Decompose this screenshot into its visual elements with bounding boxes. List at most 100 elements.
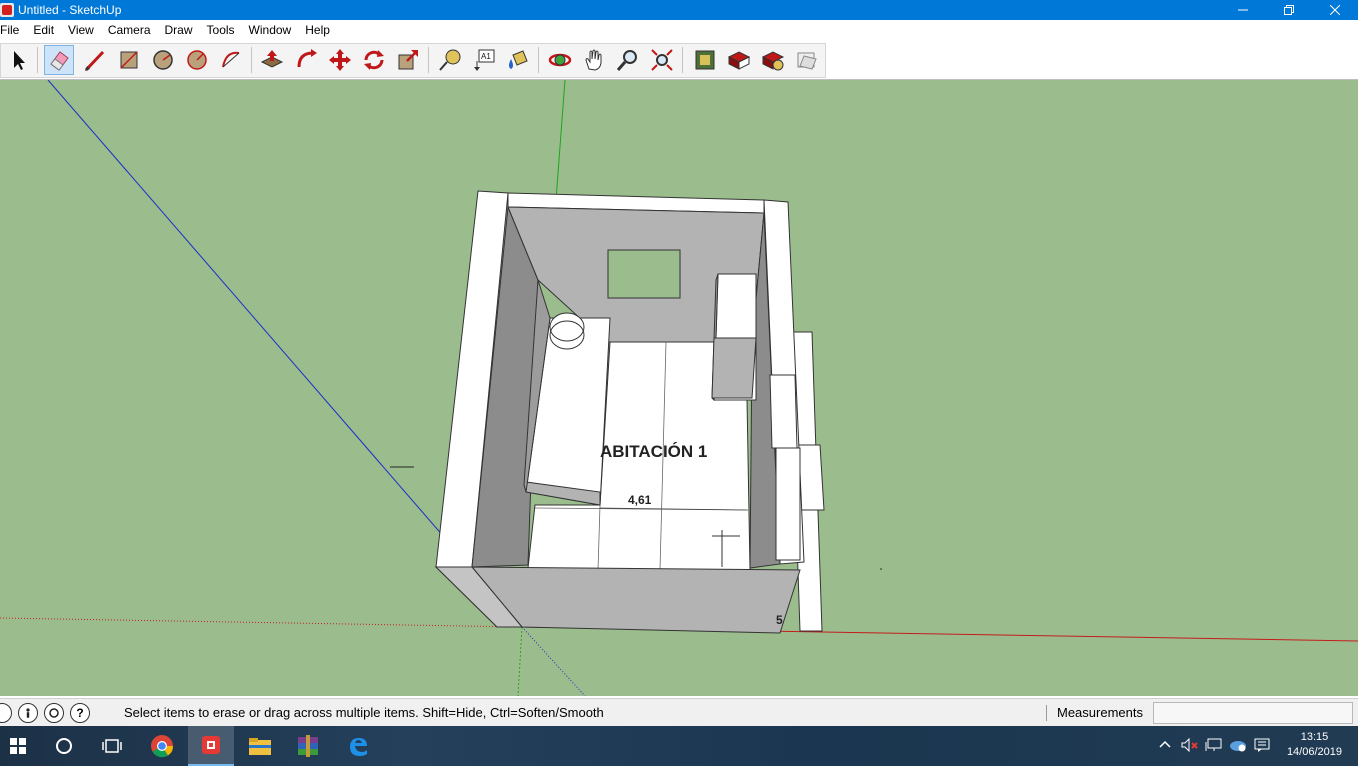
cortana-button[interactable] [41,726,87,766]
rectangle-tool-button[interactable] [114,45,144,75]
speaker-muted-icon [1181,737,1198,753]
edge-taskbar-button[interactable] [335,726,381,766]
credits-icon[interactable] [18,702,38,723]
green-axis [555,80,566,201]
push-pull-tool-button[interactable] [257,45,287,75]
volume-muted-icon[interactable] [1181,737,1199,755]
windows-taskbar: 13:15 14/06/2019 [0,726,1358,766]
warehouse-icon [695,50,715,70]
rotate-tool-button[interactable] [359,45,389,75]
dimension-label: 4,61 [628,493,652,507]
menu-help[interactable]: Help [298,20,337,41]
restore-button[interactable] [1266,0,1312,20]
eraser-tool-button[interactable] [44,45,74,75]
zoom-tool-button[interactable] [613,45,643,75]
file-explorer-taskbar-button[interactable] [237,726,283,766]
clock-date: 14/06/2019 [1286,746,1342,758]
lamp [549,312,585,342]
menu-edit[interactable]: Edit [26,20,61,41]
room-label: ABITACIÓN 1 [600,442,707,461]
close-button[interactable] [1312,0,1358,20]
arc-tool-button[interactable] [216,45,246,75]
onedrive-icon[interactable] [1229,738,1247,755]
select-tool-button[interactable] [3,45,33,75]
action-center-icon[interactable] [1254,738,1270,755]
push-pull-icon [260,50,284,68]
measurements-label: Measurements [1057,705,1143,720]
follow-me-tool-button[interactable] [291,45,321,75]
menu-camera[interactable]: Camera [101,20,158,41]
clock-time: 13:15 [1300,731,1329,743]
polygon-tool-button[interactable] [182,45,212,75]
circle-icon [153,50,173,70]
wardrobe-lower [711,337,757,399]
extension-warehouse-tool-button[interactable] [724,45,754,75]
arc-icon [222,51,240,68]
tray-overflow-icon[interactable] [1159,738,1171,753]
title-bar: Untitled - SketchUp [0,0,1358,20]
3d-warehouse-tool-button[interactable] [690,45,720,75]
move-tool-button[interactable] [325,45,355,75]
rectangle-icon [120,51,138,69]
text-label-icon: A1 [474,49,495,71]
menu-window[interactable]: Window [242,20,299,41]
circle-tool-button[interactable] [148,45,178,75]
tape-measure-icon [439,49,461,71]
start-button[interactable] [0,726,41,766]
sketchup-taskbar-button[interactable] [188,726,234,766]
task-view-button[interactable] [89,726,135,766]
close-icon [1330,5,1340,15]
eraser-icon [50,51,69,71]
extension-manager-tool-button[interactable] [758,45,788,75]
hand-icon [585,49,602,71]
menu-draw[interactable]: Draw [158,20,200,41]
cloud-sync-icon [1230,741,1246,752]
right-panel [769,374,798,449]
geo-location-icon[interactable] [0,702,12,723]
system-clock[interactable]: 13:15 14/06/2019 [1287,730,1342,760]
scale-icon [398,50,418,70]
winrar-taskbar-button[interactable] [285,726,331,766]
scale-tool-button[interactable] [393,45,423,75]
polygon-icon [187,50,207,70]
layout-tool-button[interactable] [792,45,822,75]
search-circle-icon [56,738,72,754]
paint-bucket-tool-button[interactable] [503,45,533,75]
menu-tools[interactable]: Tools [200,20,242,41]
minimize-button[interactable] [1220,0,1266,20]
status-bar: ? Select items to erase or drag across m… [0,698,1358,726]
person-info-glyph [26,707,30,718]
network-icon[interactable] [1205,738,1223,755]
zoom-extents-tool-button[interactable] [647,45,677,75]
extension-manager-icon [761,51,785,71]
zoom-extents-icon [651,49,673,71]
orbit-tool-button[interactable] [545,45,575,75]
windows-logo-icon [10,738,26,754]
text-tool-button[interactable]: A1 [469,45,499,75]
follow-me-icon [297,49,317,68]
line-tool-button[interactable] [80,45,110,75]
user-glyph [49,707,59,718]
drawing-viewport[interactable]: ABITACIÓN 1 4,61 5 [0,80,1358,696]
svg-text:A1: A1 [481,52,491,61]
sketchup-icon [202,736,220,754]
orbit-icon [548,53,572,67]
toolbar: A1 [0,41,1358,80]
edge-icon [350,738,367,756]
paint-bucket-icon [509,50,528,69]
help-icon[interactable]: ? [70,702,90,723]
edge-digit-label: 5 [776,613,783,627]
notification-icon [1254,738,1270,752]
measurements-input[interactable] [1153,702,1353,724]
tape-measure-tool-button[interactable] [435,45,465,75]
user-icon[interactable] [44,702,64,723]
winrar-icon [298,735,318,757]
menu-view[interactable]: View [61,20,101,41]
sketchup-app-icon [0,3,14,17]
pan-tool-button[interactable] [579,45,609,75]
window-opening [607,249,681,299]
chrome-icon [151,735,174,758]
chrome-taskbar-button[interactable] [139,726,185,766]
arrow-cursor-icon [14,51,25,70]
menu-file[interactable]: File [0,20,26,41]
